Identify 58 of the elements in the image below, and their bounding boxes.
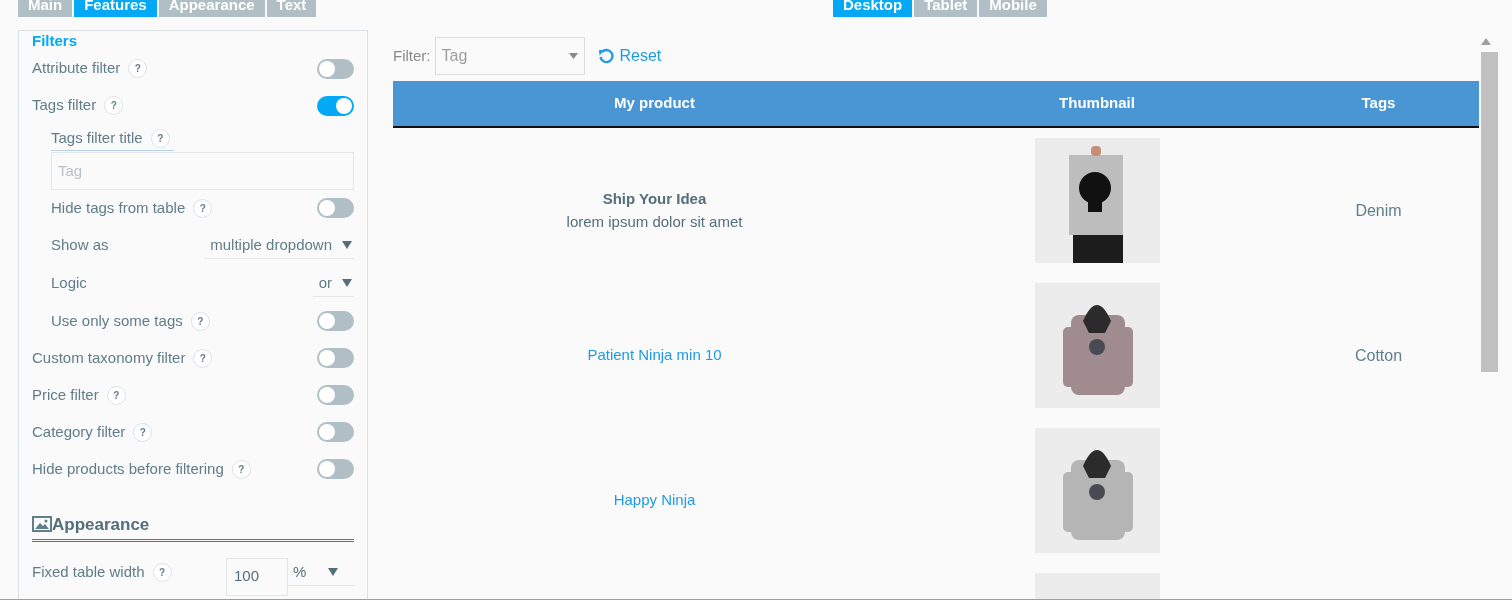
settings-tab[interactable]: Features xyxy=(74,0,157,17)
help-icon[interactable]: ? xyxy=(190,311,210,331)
tag-text: Cotton xyxy=(1354,345,1403,366)
help-icon[interactable]: ? xyxy=(106,385,126,405)
setting-label: Category filter xyxy=(32,421,126,442)
setting-label: Fixed table width xyxy=(32,562,145,583)
section-heading: Filters xyxy=(31,32,78,50)
image-icon xyxy=(32,516,52,533)
scrollbar-thumb[interactable] xyxy=(1481,52,1498,372)
setting-label: Attribute filter xyxy=(32,58,121,79)
filter-label: Filter: xyxy=(393,45,431,66)
setting-label: Tags filter title xyxy=(51,128,143,148)
section-heading: Appearance xyxy=(52,513,150,536)
toggle-switch[interactable] xyxy=(317,422,354,442)
scroll-up-icon xyxy=(1481,38,1491,45)
number-field[interactable]: 100 xyxy=(226,557,288,596)
tag-select[interactable]: Tag xyxy=(434,37,585,75)
help-icon[interactable]: ? xyxy=(128,59,148,78)
caret-icon xyxy=(328,568,339,576)
column-header: Tags xyxy=(1361,93,1396,114)
help-icon[interactable]: ? xyxy=(150,128,170,148)
caret-icon xyxy=(342,241,352,249)
help-icon[interactable]: ? xyxy=(133,422,153,442)
toggle-switch[interactable] xyxy=(317,459,354,479)
toggle-switch[interactable] xyxy=(317,58,354,79)
help-icon[interactable]: ? xyxy=(231,459,251,479)
setting-label: Hide tags from table xyxy=(51,197,186,218)
select-field[interactable]: multiple dropdown xyxy=(204,232,354,259)
setting-label: Logic xyxy=(51,273,87,294)
product-description: lorem ipsum dolor sit amet xyxy=(566,211,743,232)
reset-icon xyxy=(597,48,614,64)
help-icon[interactable]: ? xyxy=(193,198,213,218)
toggle-switch[interactable] xyxy=(317,95,354,116)
help-icon[interactable]: ? xyxy=(193,348,213,368)
select-field[interactable]: or xyxy=(312,270,354,297)
toggle-switch[interactable] xyxy=(317,385,354,405)
help-icon[interactable]: ? xyxy=(152,563,172,582)
help-icon[interactable]: ? xyxy=(104,96,124,115)
product-link[interactable]: Happy Ninja xyxy=(613,489,696,512)
setting-label: Hide products before filtering xyxy=(32,458,224,479)
unit-select[interactable]: % xyxy=(288,559,354,586)
text-field[interactable]: Tag xyxy=(51,151,354,190)
column-header: My product xyxy=(614,93,695,114)
setting-label: Custom taxonomy filter xyxy=(32,347,186,368)
product-title: Ship Your Idea xyxy=(602,189,707,209)
toggle-switch[interactable] xyxy=(317,198,354,218)
caret-icon xyxy=(342,279,352,287)
setting-label: Show as xyxy=(51,235,109,256)
product-link[interactable]: Patient Ninja min 10 xyxy=(587,344,722,367)
toggle-switch[interactable] xyxy=(317,348,354,368)
tag-text: Denim xyxy=(1355,200,1402,221)
toggle-switch[interactable] xyxy=(317,311,354,331)
setting-label: Use only some tags xyxy=(51,310,183,331)
setting-label: Price filter xyxy=(32,384,99,405)
column-header: Thumbnail xyxy=(1059,93,1135,114)
setting-label: Tags filter xyxy=(32,95,97,116)
caret-icon xyxy=(568,53,578,59)
reset-link[interactable]: Reset xyxy=(597,44,662,68)
